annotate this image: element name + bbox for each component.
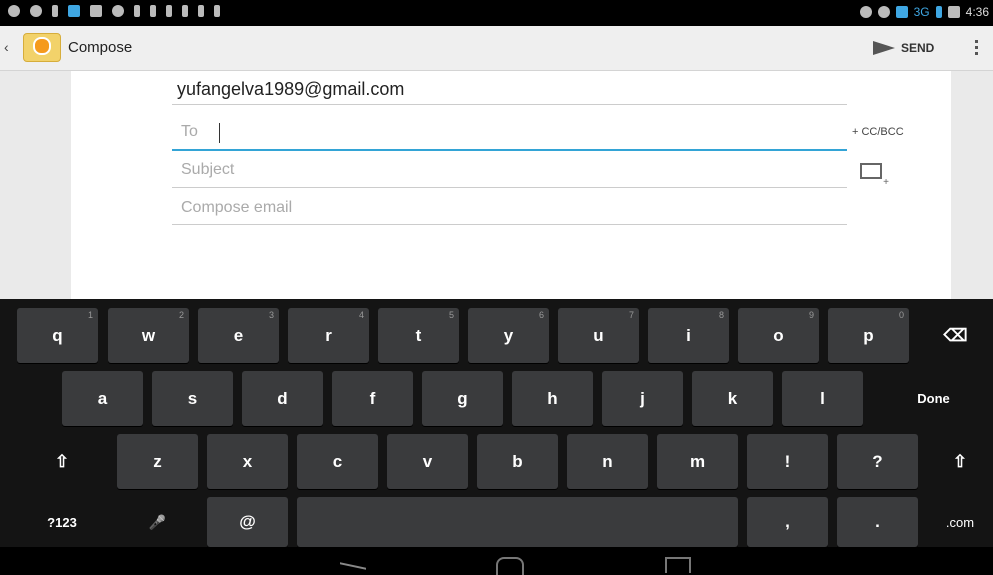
key-backspace[interactable]: ⌫	[918, 308, 993, 363]
download-icon	[134, 5, 140, 17]
download-icon	[52, 5, 58, 17]
nav-back-icon[interactable]	[340, 562, 366, 570]
key-q[interactable]: q1	[17, 308, 98, 363]
key-shift-right[interactable]: ⇧	[927, 434, 993, 489]
alert-icon	[112, 5, 124, 17]
notification-icon	[90, 5, 102, 17]
signal-icon	[935, 6, 942, 18]
key-t[interactable]: t5	[378, 308, 459, 363]
action-bar: ‹ Compose SEND	[0, 26, 993, 71]
status-bar: 3G 4:36	[0, 0, 993, 26]
notification-icon	[214, 5, 220, 17]
nav-home-icon[interactable]	[496, 557, 524, 575]
key-n[interactable]: n	[567, 434, 648, 489]
compose-area: yufangelva1989@gmail.com To + CC/BCC Sub…	[0, 71, 993, 299]
battery-icon	[947, 6, 960, 18]
email-app-icon[interactable]	[23, 33, 61, 62]
key-p[interactable]: p0	[828, 308, 909, 363]
divider	[172, 104, 847, 105]
soft-keyboard: q1 w2 e3 r4 t5 y6 u7 i8 o9 p0 ⌫ a s d f …	[0, 299, 993, 547]
compose-card: yufangelva1989@gmail.com To + CC/BCC Sub…	[71, 71, 951, 299]
key-d[interactable]: d	[242, 371, 323, 426]
key-exclamation[interactable]: !	[747, 434, 828, 489]
key-voice-input[interactable]: 🎤	[117, 497, 198, 547]
subject-field[interactable]: Subject	[181, 161, 234, 179]
sync-icon	[877, 6, 890, 18]
key-r[interactable]: r4	[288, 308, 369, 363]
key-g[interactable]: g	[422, 371, 503, 426]
backspace-icon: ⌫	[943, 325, 968, 345]
clock-icon	[859, 6, 872, 18]
shift-icon: ⇧	[952, 451, 968, 471]
from-account[interactable]: yufangelva1989@gmail.com	[177, 79, 404, 100]
overflow-menu-icon[interactable]	[975, 40, 978, 55]
divider	[172, 187, 847, 188]
status-notifications	[8, 5, 220, 17]
send-icon	[873, 41, 895, 55]
network-type: 3G	[913, 5, 930, 19]
navigation-bar	[0, 547, 993, 575]
key-done[interactable]: Done	[874, 371, 993, 426]
key-m[interactable]: m	[657, 434, 738, 489]
status-time: 4:36	[965, 5, 989, 19]
key-c[interactable]: c	[297, 434, 378, 489]
cc-bcc-button[interactable]: + CC/BCC	[852, 126, 904, 138]
key-i[interactable]: i8	[648, 308, 729, 363]
send-label: SEND	[901, 41, 935, 55]
key-z[interactable]: z	[117, 434, 198, 489]
wifi-icon	[895, 6, 908, 18]
key-o[interactable]: o9	[738, 308, 819, 363]
shift-icon: ⇧	[54, 451, 70, 471]
key-dotcom[interactable]: .com	[927, 497, 993, 547]
nav-recent-apps-icon[interactable]	[665, 557, 691, 573]
key-shift-left[interactable]: ⇧	[17, 434, 107, 489]
key-symbols[interactable]: ?123	[17, 497, 107, 547]
key-x[interactable]: x	[207, 434, 288, 489]
key-j[interactable]: j	[602, 371, 683, 426]
key-h[interactable]: h	[512, 371, 593, 426]
key-period[interactable]: .	[837, 497, 918, 547]
chevron-left-icon[interactable]: ‹	[4, 39, 9, 55]
key-f[interactable]: f	[332, 371, 413, 426]
to-field[interactable]: To	[181, 123, 198, 141]
to-field-underline	[172, 149, 847, 151]
status-system: 3G 4:36	[859, 5, 989, 19]
notification-icon	[30, 5, 42, 17]
key-w[interactable]: w2	[108, 308, 189, 363]
page-title: Compose	[68, 39, 133, 56]
key-at[interactable]: @	[207, 497, 288, 547]
download-icon	[198, 5, 204, 17]
attach-image-icon[interactable]	[860, 163, 889, 188]
notification-icon	[8, 5, 20, 17]
key-s[interactable]: s	[152, 371, 233, 426]
key-b[interactable]: b	[477, 434, 558, 489]
image-notification-icon	[68, 5, 80, 17]
compose-body-field[interactable]: Compose email	[181, 199, 292, 217]
key-l[interactable]: l	[782, 371, 863, 426]
key-comma[interactable]: ,	[747, 497, 828, 547]
microphone-icon: 🎤	[148, 513, 167, 530]
send-button[interactable]: SEND	[873, 36, 934, 60]
key-u[interactable]: u7	[558, 308, 639, 363]
divider	[172, 224, 847, 225]
usb-icon	[150, 5, 156, 17]
text-cursor	[219, 123, 220, 143]
key-k[interactable]: k	[692, 371, 773, 426]
key-a[interactable]: a	[62, 371, 143, 426]
key-e[interactable]: e3	[198, 308, 279, 363]
key-v[interactable]: v	[387, 434, 468, 489]
key-question[interactable]: ?	[837, 434, 918, 489]
key-space[interactable]	[297, 497, 738, 547]
notification-icon	[182, 5, 188, 17]
notification-icon	[166, 5, 172, 17]
key-y[interactable]: y6	[468, 308, 549, 363]
